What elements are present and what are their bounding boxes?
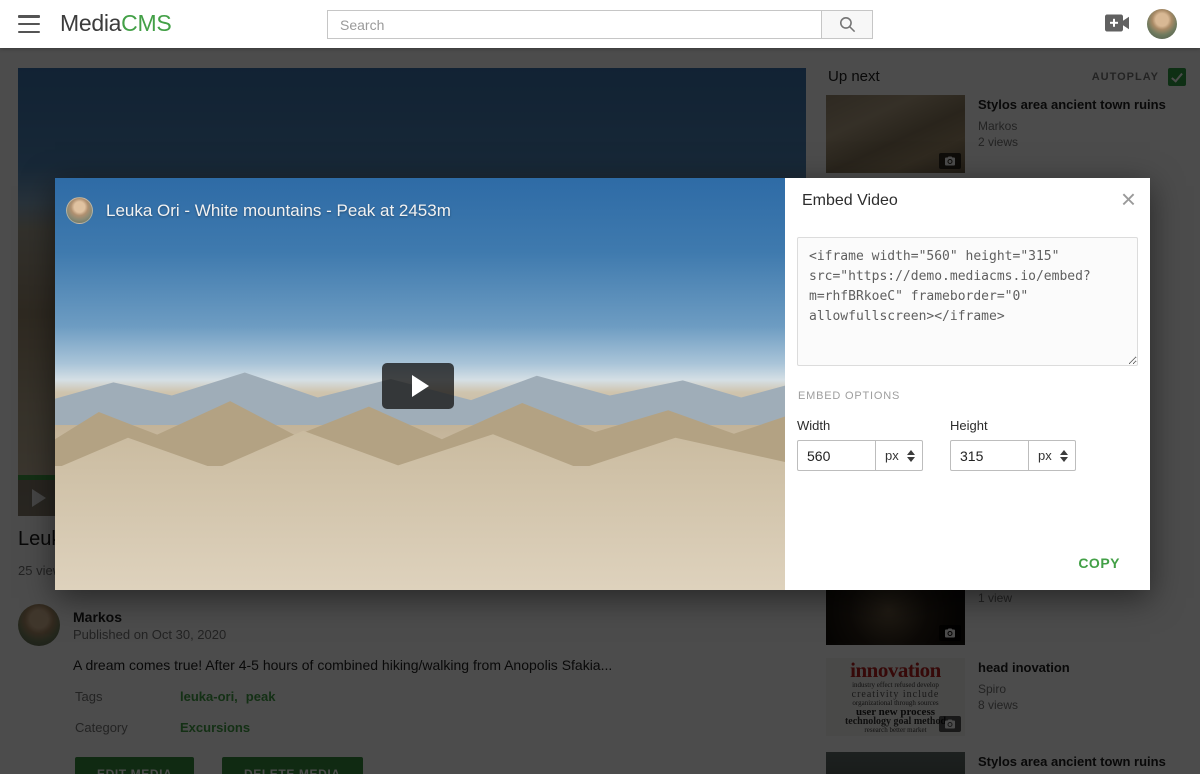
uploader-avatar[interactable]: [66, 197, 93, 224]
upload-media-button[interactable]: [1104, 13, 1132, 35]
embed-code-textarea[interactable]: <iframe width="560" height="315" src="ht…: [797, 237, 1138, 366]
play-icon: [412, 375, 429, 397]
close-icon[interactable]: ×: [1121, 185, 1136, 213]
width-unit-value: px: [885, 448, 899, 463]
width-input[interactable]: [797, 440, 876, 471]
embed-options-label: EMBED OPTIONS: [798, 390, 900, 402]
stepper-arrows-icon: [907, 450, 915, 462]
search-icon: [838, 15, 857, 34]
video-preview[interactable]: Leuka Ori - White mountains - Peak at 24…: [55, 178, 785, 590]
height-label: Height: [950, 418, 1076, 433]
brand-media: Media: [60, 10, 121, 36]
copy-button[interactable]: COPY: [1078, 555, 1120, 571]
embed-popup: Leuka Ori - White mountains - Peak at 24…: [55, 178, 1150, 590]
preview-video-title: Leuka Ori - White mountains - Peak at 24…: [106, 201, 451, 221]
width-unit-select[interactable]: px: [876, 440, 923, 471]
width-label: Width: [797, 418, 923, 433]
menu-icon[interactable]: [18, 15, 40, 33]
top-header: MediaCMS: [0, 0, 1200, 48]
search-input[interactable]: [327, 10, 822, 39]
preview-title-row: Leuka Ori - White mountains - Peak at 24…: [66, 197, 451, 224]
brand-logo[interactable]: MediaCMS: [60, 10, 171, 37]
search-button[interactable]: [821, 10, 873, 39]
height-unit-value: px: [1038, 448, 1052, 463]
stepper-arrows-icon: [1060, 450, 1068, 462]
play-button[interactable]: [382, 363, 454, 409]
height-unit-select[interactable]: px: [1029, 440, 1076, 471]
height-field-group: Height px: [950, 418, 1076, 471]
embed-dialog: Embed Video × <iframe width="560" height…: [785, 178, 1150, 590]
search-bar: [327, 10, 873, 39]
dialog-title: Embed Video: [802, 192, 898, 210]
mediacms-page: Leuka Ori - White mountains - Peak at 24…: [0, 0, 1200, 774]
brand-cms: CMS: [121, 10, 171, 36]
height-input[interactable]: [950, 440, 1029, 471]
width-field-group: Width px: [797, 418, 923, 471]
user-avatar[interactable]: [1147, 9, 1177, 39]
video-upload-icon: [1104, 13, 1130, 33]
